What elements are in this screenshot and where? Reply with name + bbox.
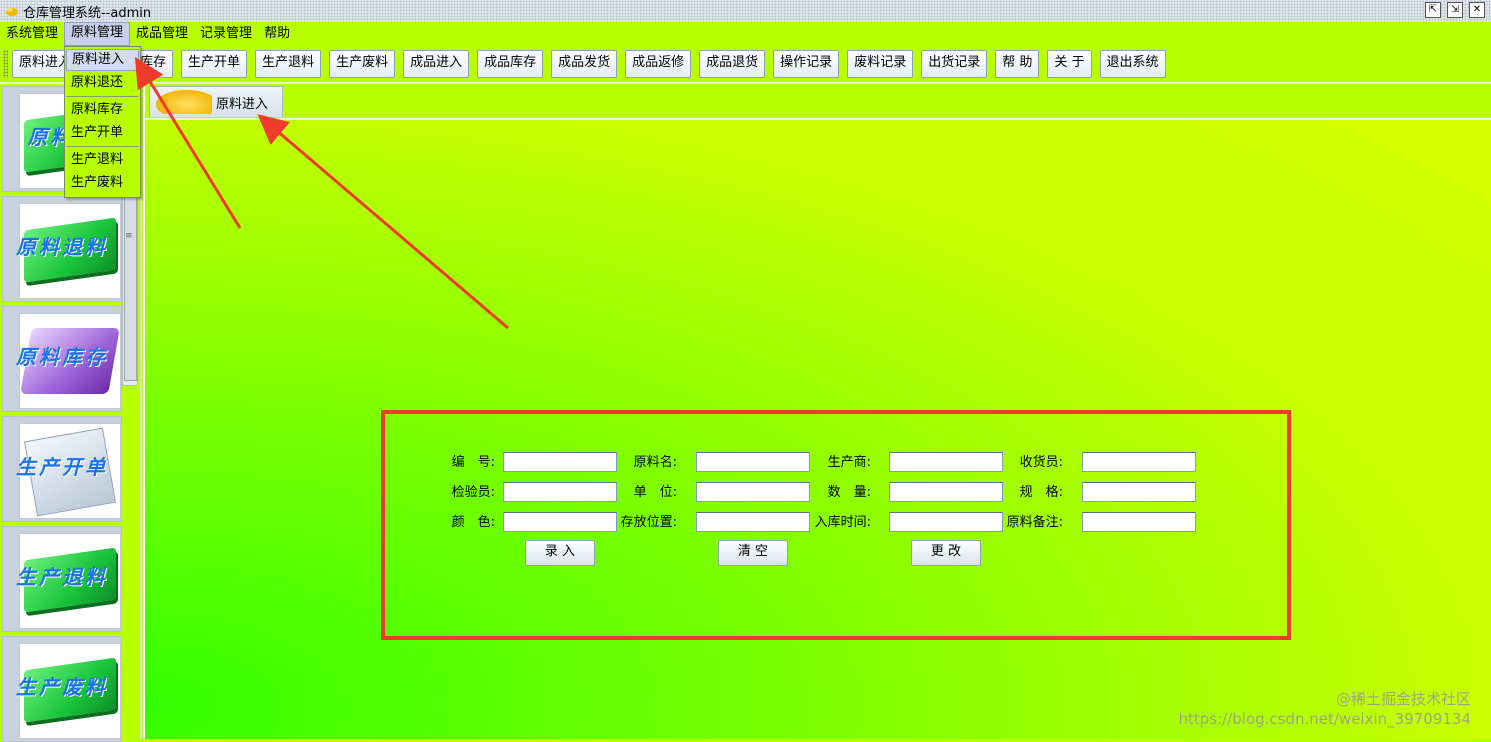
toolbar-production-return-button[interactable]: 生产退料 xyxy=(255,50,322,78)
location-field[interactable] xyxy=(696,512,810,532)
toolbar-help-button[interactable]: 帮 助 xyxy=(995,50,1040,78)
form-row: 检验员: 单 位: 数 量: 规 格: xyxy=(385,482,1287,506)
toolbar-product-ship-button[interactable]: 成品发货 xyxy=(551,50,618,78)
close-icon[interactable]: ✕ xyxy=(1469,2,1485,18)
toolbar-about-button[interactable]: 关 于 xyxy=(1047,50,1092,78)
tab-material-in[interactable]: 原料进入 xyxy=(149,86,283,117)
toolbar-exit-button[interactable]: 退出系统 xyxy=(1099,50,1166,78)
leaf-icon xyxy=(156,90,212,114)
menu-item-production-waste[interactable]: 生产废料 xyxy=(66,172,139,194)
sidebar-item-label: 原料退料 xyxy=(16,235,108,259)
menu-help[interactable]: 帮助 xyxy=(258,23,296,45)
title-bar: 仓库管理系统--admin ⇱ ⇲ ✕ xyxy=(0,0,1491,22)
sidebar-item-label: 生产开单 xyxy=(16,455,108,479)
menu-item-production-order[interactable]: 生产开单 xyxy=(66,122,139,144)
menu-bar: 系统管理 原料管理 成品管理 记录管理 帮助 xyxy=(0,22,1491,46)
material-name-field[interactable] xyxy=(696,452,810,472)
menu-item-material-stock[interactable]: 原料库存 xyxy=(66,99,139,121)
toolbar-grip[interactable] xyxy=(3,50,8,78)
menu-item-production-return[interactable]: 生产退料 xyxy=(66,149,139,171)
tab-strip: 原料进入 xyxy=(145,84,1491,120)
menu-material[interactable]: 原料管理 xyxy=(64,22,131,46)
restore-icon[interactable]: ⇱ xyxy=(1425,2,1441,18)
watermark-line1: @稀土掘金技术社区 xyxy=(1335,690,1471,708)
toolbar-shipment-log-button[interactable]: 出货记录 xyxy=(921,50,988,78)
menu-item-material-in[interactable]: 原料进入 xyxy=(66,49,139,71)
sidebar-item-material-stock[interactable]: 原料库存 xyxy=(2,306,122,412)
in-time-field[interactable] xyxy=(889,512,1003,532)
sidebar-item-production-order[interactable]: 生产开单 xyxy=(2,416,122,522)
toolbar-production-waste-button[interactable]: 生产废料 xyxy=(329,50,396,78)
toolbar-operation-log-button[interactable]: 操作记录 xyxy=(773,50,840,78)
remark-label: 原料备注: xyxy=(1006,515,1063,530)
location-label: 存放位置: xyxy=(620,515,677,530)
submit-button[interactable]: 录 入 xyxy=(525,540,595,566)
menu-product[interactable]: 成品管理 xyxy=(130,23,194,45)
inspector-field[interactable] xyxy=(503,482,617,502)
watermark-line2: https://blog.csdn.net/weixin_39709134 xyxy=(1178,710,1471,728)
spec-label: 规 格: xyxy=(1019,485,1063,500)
id-label: 编 号: xyxy=(451,455,495,470)
content-area: 编 号: 原料名: 生产商: 收货员: 检验员: 单 位: 数 量: 规 格: xyxy=(145,120,1491,739)
in-time-label: 入库时间: xyxy=(814,515,871,530)
color-field[interactable] xyxy=(503,512,617,532)
toolbar-product-return-button[interactable]: 成品退货 xyxy=(699,50,766,78)
menu-item-material-return[interactable]: 原料退还 xyxy=(66,72,139,94)
sidebar-item-material-return[interactable]: 原料退料 xyxy=(2,196,122,302)
toolbar-product-in-button[interactable]: 成品进入 xyxy=(403,50,470,78)
menu-system[interactable]: 系统管理 xyxy=(0,23,64,45)
tab-label: 原料进入 xyxy=(216,96,269,112)
remark-field[interactable] xyxy=(1082,512,1196,532)
form-row: 颜 色: 存放位置: 入库时间: 原料备注: xyxy=(385,512,1287,536)
unit-label: 单 位: xyxy=(633,485,677,500)
form-row: 编 号: 原料名: 生产商: 收货员: xyxy=(385,452,1287,476)
color-label: 颜 色: xyxy=(451,515,495,530)
main-panel: 原料进入 编 号: 原料名: 生产商: 收货员: 检验员: 单 位: 数 量: xyxy=(143,84,1491,739)
sidebar-item-production-return[interactable]: 生产退料 xyxy=(2,526,122,632)
sidebar-item-production-waste[interactable]: 生产废料 xyxy=(2,636,122,742)
menu-separator xyxy=(66,146,139,147)
sidebar-item-label: 生产退料 xyxy=(16,565,108,589)
quantity-field[interactable] xyxy=(889,482,1003,502)
maximize-icon[interactable]: ⇲ xyxy=(1447,2,1463,18)
spec-field[interactable] xyxy=(1082,482,1196,502)
toolbar-product-stock-button[interactable]: 成品库存 xyxy=(477,50,544,78)
receiver-field[interactable] xyxy=(1082,452,1196,472)
menu-records[interactable]: 记录管理 xyxy=(194,23,258,45)
window-title: 仓库管理系统--admin xyxy=(23,5,152,21)
material-name-label: 原料名: xyxy=(633,455,677,470)
app-icon xyxy=(6,8,18,16)
sidebar-item-label: 原料库存 xyxy=(16,345,108,369)
toolbar: 原料进入 料 原料库存 生产开单 生产退料 生产废料 成品进入 成品库存 成品发… xyxy=(0,46,1491,84)
toolbar-waste-log-button[interactable]: 废料记录 xyxy=(847,50,914,78)
clear-button[interactable]: 清 空 xyxy=(718,540,788,566)
menu-separator xyxy=(66,96,139,97)
inspector-label: 检验员: xyxy=(451,485,495,500)
update-button[interactable]: 更 改 xyxy=(911,540,981,566)
receiver-label: 收货员: xyxy=(1019,455,1063,470)
unit-field[interactable] xyxy=(696,482,810,502)
manufacturer-field[interactable] xyxy=(889,452,1003,472)
watermark: @稀土掘金技术社区 https://blog.csdn.net/weixin_3… xyxy=(1178,689,1471,729)
toolbar-product-repair-button[interactable]: 成品返修 xyxy=(625,50,692,78)
material-menu-dropdown: 原料进入 原料退还 原料库存 生产开单 生产退料 生产废料 xyxy=(64,46,141,198)
scroll-grip-icon: ≡ xyxy=(125,231,133,241)
id-field[interactable] xyxy=(503,452,617,472)
toolbar-production-order-button[interactable]: 生产开单 xyxy=(181,50,248,78)
manufacturer-label: 生产商: xyxy=(827,455,871,470)
material-entry-form: 编 号: 原料名: 生产商: 收货员: 检验员: 单 位: 数 量: 规 格: xyxy=(381,410,1291,640)
sidebar-item-label: 生产废料 xyxy=(16,675,108,699)
quantity-label: 数 量: xyxy=(827,485,871,500)
